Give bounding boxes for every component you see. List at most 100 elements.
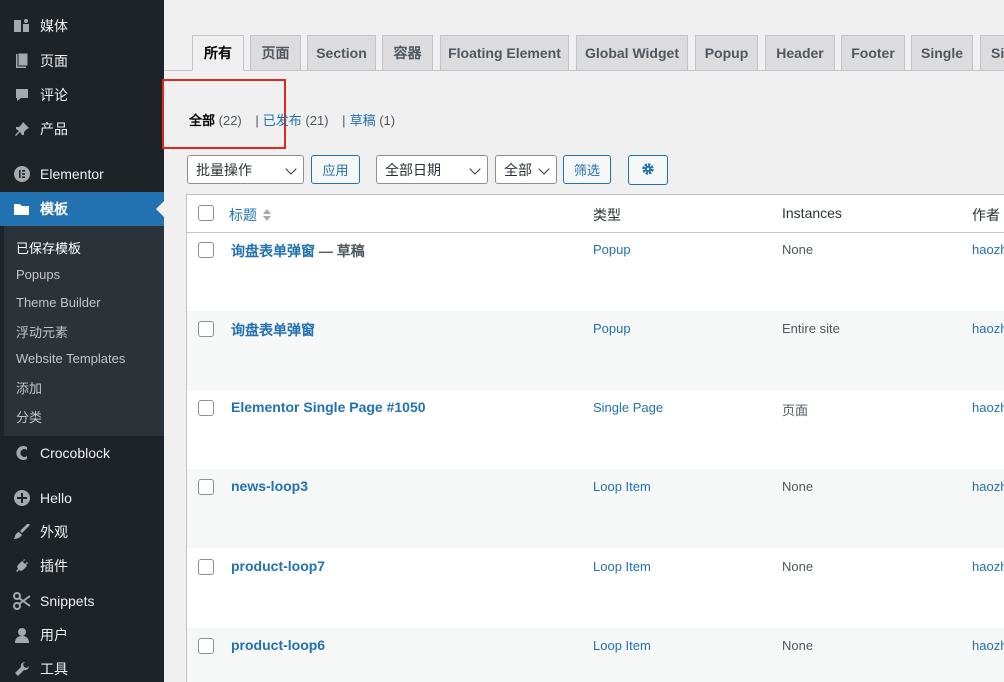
brush-icon xyxy=(8,524,36,540)
row-type[interactable]: Popup xyxy=(593,321,631,336)
row-title[interactable]: Elementor Single Page #1050 xyxy=(231,399,426,415)
comment-icon xyxy=(8,87,36,103)
tab-global-widget[interactable]: Global Widget xyxy=(576,35,688,70)
sidebar-item-snippets[interactable]: Snippets xyxy=(4,584,164,618)
row-instances: None xyxy=(782,638,814,653)
filter-draft[interactable]: 草稿 xyxy=(350,113,376,128)
row-checkbox[interactable] xyxy=(198,321,214,337)
chevron-down-icon xyxy=(285,163,297,175)
tab-overflow[interactable]: Si xyxy=(980,35,1004,70)
submenu-floating-elements[interactable]: 浮动元素 xyxy=(16,322,68,341)
sidebar-item-media[interactable]: 媒体 xyxy=(4,9,164,43)
row-state: — 草稿 xyxy=(315,243,365,259)
row-type[interactable]: Loop Item xyxy=(593,559,651,574)
row-title[interactable]: product-loop7 xyxy=(231,558,325,574)
filter-button[interactable]: 筛选 xyxy=(563,155,611,184)
sidebar-item-label: Hello xyxy=(40,490,72,506)
row-title[interactable]: 询盘表单弹窗 — 草稿 xyxy=(231,241,365,261)
chevron-down-icon xyxy=(469,163,481,175)
row-author[interactable]: haozh xyxy=(972,638,1004,653)
row-type[interactable]: Single Page xyxy=(593,400,663,415)
row-checkbox[interactable] xyxy=(198,479,214,495)
tab-section[interactable]: Section xyxy=(307,35,376,70)
filter-published[interactable]: 已发布 xyxy=(263,113,302,128)
row-author[interactable]: haozh xyxy=(972,321,1004,336)
tab-floating-element[interactable]: Floating Element xyxy=(440,35,569,70)
sidebar-item-users[interactable]: 用户 xyxy=(4,618,164,652)
sidebar-item-label: Elementor xyxy=(40,166,104,182)
row-title-text[interactable]: product-loop7 xyxy=(231,558,325,574)
row-title-text[interactable]: product-loop6 xyxy=(231,637,325,653)
submenu-website-templates[interactable]: Website Templates xyxy=(16,351,125,366)
submenu-categories[interactable]: 分类 xyxy=(16,407,42,426)
select-all-checkbox[interactable] xyxy=(198,205,214,221)
tab-page[interactable]: 页面 xyxy=(250,35,301,70)
sidebar-item-label: 外观 xyxy=(40,524,68,540)
plug-icon xyxy=(8,558,36,574)
row-type[interactable]: Loop Item xyxy=(593,638,651,653)
date-filter-select[interactable]: 全部日期 xyxy=(376,155,488,184)
column-title-label: 标题 xyxy=(229,207,257,223)
tab-container[interactable]: 容器 xyxy=(382,35,433,70)
table-row: Elementor Single Page #1050 Single Page … xyxy=(187,390,1004,469)
row-title[interactable]: 询盘表单弹窗 xyxy=(231,320,315,340)
row-instances: 页面 xyxy=(782,403,809,418)
row-checkbox[interactable] xyxy=(198,400,214,416)
media-icon xyxy=(8,18,36,34)
sidebar-item-elementor[interactable]: Elementor xyxy=(4,157,164,191)
sidebar-item-appearance[interactable]: 外观 xyxy=(4,515,164,549)
row-author[interactable]: haozh xyxy=(972,559,1004,574)
table-row: 询盘表单弹窗 Popup Entire site haozh xyxy=(187,311,1004,390)
submenu-saved-templates[interactable]: 已保存模板 xyxy=(16,238,81,257)
row-checkbox[interactable] xyxy=(198,242,214,258)
submenu-popups[interactable]: Popups xyxy=(16,267,60,282)
submenu-theme-builder[interactable]: Theme Builder xyxy=(16,295,101,310)
row-title-text[interactable]: 询盘表单弹窗 xyxy=(231,243,315,259)
row-title[interactable]: news-loop3 xyxy=(231,478,308,494)
tab-all[interactable]: 所有 xyxy=(192,35,244,71)
tab-single[interactable]: Single xyxy=(911,35,973,70)
sidebar-item-label: 用户 xyxy=(40,627,68,643)
sidebar-item-templates[interactable]: 模板 xyxy=(0,192,164,226)
sidebar-item-crocoblock[interactable]: Crocoblock xyxy=(4,436,164,470)
sidebar-item-pages[interactable]: 页面 xyxy=(4,44,164,78)
table-row: product-loop7 Loop Item None haozh xyxy=(187,549,1004,628)
sidebar-item-products[interactable]: 产品 xyxy=(4,112,164,146)
row-checkbox[interactable] xyxy=(198,559,214,575)
row-title-text[interactable]: news-loop3 xyxy=(231,478,308,494)
sidebar-item-label: Snippets xyxy=(40,593,95,609)
sidebar-item-plugins[interactable]: 插件 xyxy=(4,549,164,583)
sidebar-item-label: 媒体 xyxy=(40,18,68,34)
filter-all[interactable]: 全部 xyxy=(189,113,215,128)
sidebar-item-label: 模板 xyxy=(40,201,68,217)
sidebar-item-label: Crocoblock xyxy=(40,445,111,461)
row-author[interactable]: haozh xyxy=(972,479,1004,494)
apply-button[interactable]: 应用 xyxy=(311,155,360,184)
sidebar-item-tools[interactable]: 工具 xyxy=(4,652,164,682)
gear-icon xyxy=(641,162,655,179)
row-author[interactable]: haozh xyxy=(972,400,1004,415)
row-instances: None xyxy=(782,559,814,574)
row-type[interactable]: Popup xyxy=(593,242,631,257)
scissors-icon xyxy=(8,592,36,610)
type-filter-select[interactable]: 全部 xyxy=(495,155,557,184)
row-author[interactable]: haozh xyxy=(972,242,1004,257)
status-filter-links: 全部 (22) | 已发布 (21) | 草稿 (1) xyxy=(189,110,395,129)
templates-table: 标题 类型 Instances 作者 询盘表单弹窗 — 草稿 Popup Non… xyxy=(186,194,1004,682)
settings-button[interactable] xyxy=(628,155,668,185)
sidebar-item-comments[interactable]: 评论 xyxy=(4,78,164,112)
tab-footer[interactable]: Footer xyxy=(841,35,905,70)
row-type[interactable]: Loop Item xyxy=(593,479,651,494)
tab-header[interactable]: Header xyxy=(765,35,835,70)
row-title-text[interactable]: 询盘表单弹窗 xyxy=(231,322,315,338)
submenu-add-new[interactable]: 添加 xyxy=(16,378,42,397)
page-icon xyxy=(8,53,36,69)
tab-popup[interactable]: Popup xyxy=(695,35,758,70)
row-title[interactable]: product-loop6 xyxy=(231,637,325,653)
column-title[interactable]: 标题 xyxy=(229,205,271,225)
row-title-text[interactable]: Elementor Single Page #1050 xyxy=(231,399,426,415)
sidebar-item-label: 评论 xyxy=(40,87,68,103)
row-checkbox[interactable] xyxy=(198,638,214,654)
bulk-action-select[interactable]: 批量操作 xyxy=(187,155,304,184)
sidebar-item-hello[interactable]: Hello xyxy=(4,481,164,515)
